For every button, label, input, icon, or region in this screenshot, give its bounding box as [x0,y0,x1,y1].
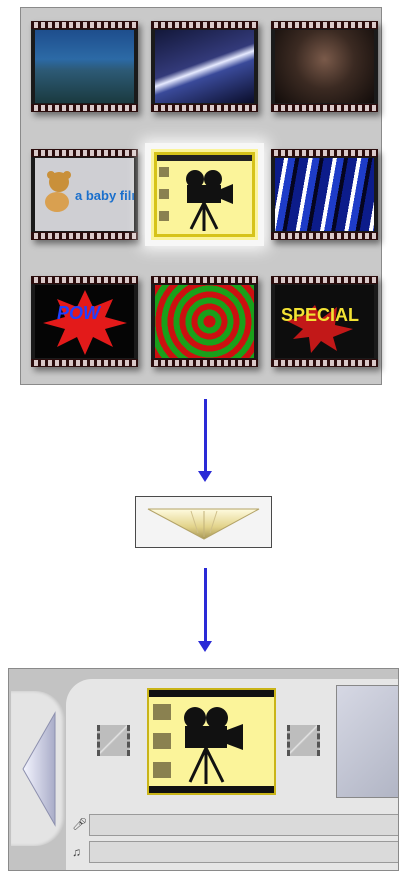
film-perforation [151,104,258,112]
film-perforation [31,276,138,284]
thumb-crowd[interactable] [271,21,378,112]
movie-camera-icon [149,690,274,793]
drop-zone-button[interactable] [135,496,272,548]
thumb-image: POW [35,285,134,358]
film-perforation [31,21,138,29]
thumb-image: a baby film [35,158,134,231]
transition-placeholder[interactable] [287,725,320,756]
thumb-image [154,152,255,237]
thumb-image [155,30,254,103]
transition-placeholder[interactable] [97,725,130,756]
film-perforation [31,149,138,157]
thumb-pier[interactable] [151,21,258,112]
film-perforation [271,149,378,157]
film-perforation [271,276,378,284]
thumb-image: SPECIAL [275,285,374,358]
voice-track[interactable] [89,814,398,836]
flow-arrow-down [198,399,212,482]
thumb-camera[interactable] [151,149,258,240]
film-perforation [151,21,258,29]
film-perforation [271,104,378,112]
music-track[interactable] [89,841,398,863]
thumb-blue-stripes[interactable] [271,149,378,240]
film-perforation [31,104,138,112]
film-perforation [271,359,378,367]
film-perforation [151,359,258,367]
flow-arrow-down [198,568,212,652]
bear-icon [45,171,71,212]
thumb-pow[interactable]: POW [31,276,138,367]
film-perforation [31,232,138,240]
thumb-baby-film[interactable]: a baby film [31,149,138,240]
baby-film-title: a baby film [75,188,134,203]
scroll-left-button[interactable] [11,691,65,846]
film-perforation [151,276,258,284]
thumb-image [155,285,254,358]
music-note-icon: ♫ [72,845,81,859]
film-perforation [271,232,378,240]
special-title: SPECIAL [281,305,360,325]
movie-camera-icon [157,155,252,231]
storyboard-timeline: 🎤︎ ♫ [8,668,399,871]
thumb-spiral[interactable] [151,276,258,367]
thumb-special[interactable]: SPECIAL [271,276,378,367]
timeline-clip-empty[interactable] [336,685,398,798]
triangle-down-icon [147,508,260,540]
thumb-image [275,30,374,103]
film-perforation [271,21,378,29]
thumb-ocean[interactable] [31,21,138,112]
microphone-icon: 🎤︎ [72,817,88,831]
timeline-clip-camera[interactable] [147,688,276,795]
triangle-left-icon [22,711,56,827]
pow-title: POW [57,303,100,323]
thumb-image [35,30,134,103]
film-perforation [31,359,138,367]
transitions-grid-panel: a baby film [20,7,382,385]
thumb-image [275,158,374,231]
